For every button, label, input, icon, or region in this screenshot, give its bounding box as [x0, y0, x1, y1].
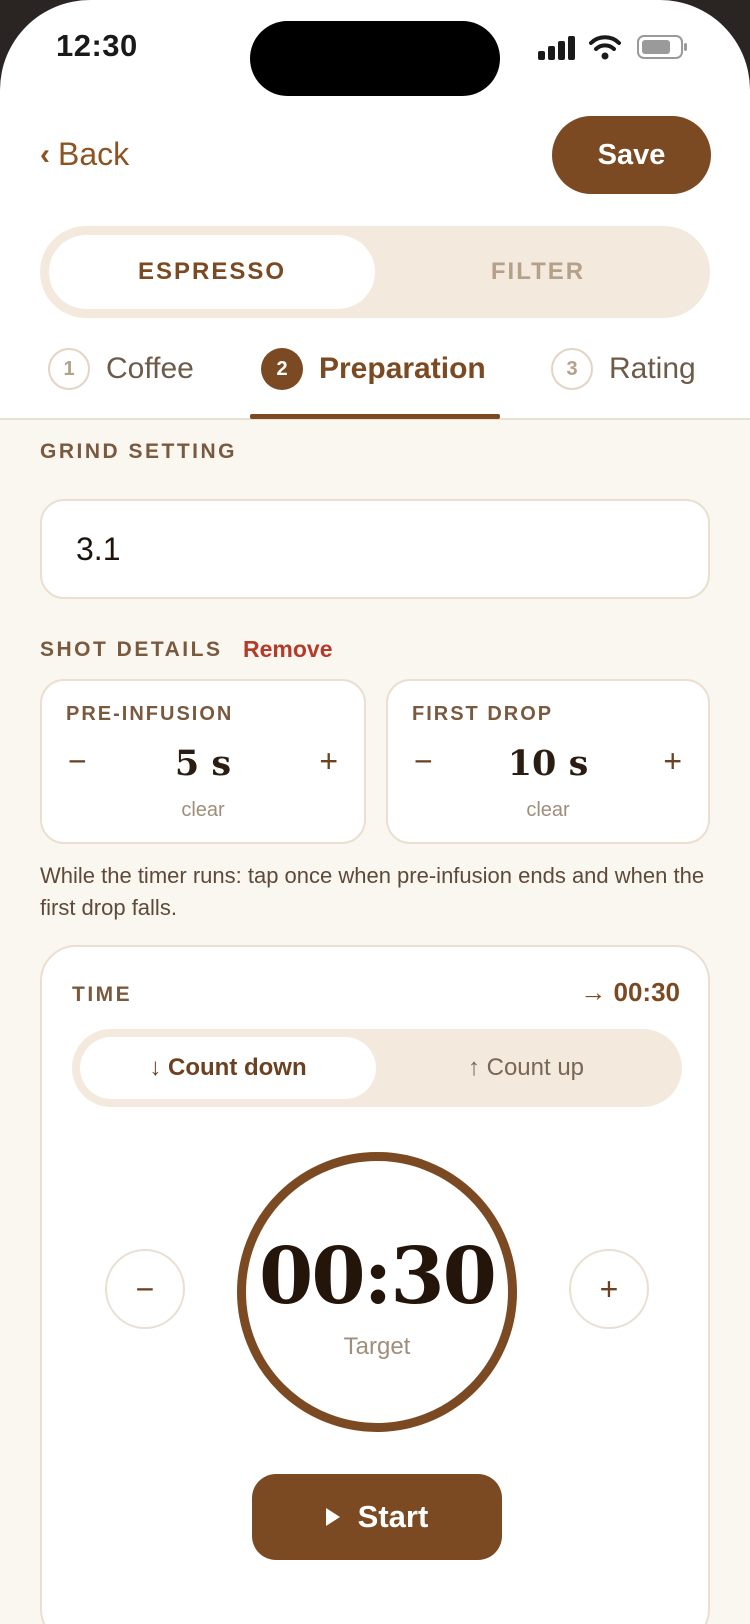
- app-screen: 12:30 ‹ Back Save ESPRESSO FILTER 1 Coff…: [0, 0, 750, 1624]
- grind-setting-label: GRIND SETTING: [40, 440, 238, 463]
- play-icon: [325, 1508, 340, 1526]
- start-label: Start: [357, 1499, 429, 1534]
- tab-rating[interactable]: 3 Rating: [551, 348, 696, 390]
- step-number: 2: [261, 348, 303, 390]
- timer-display: 00:30: [259, 1231, 497, 1322]
- segment-filter[interactable]: FILTER: [375, 235, 701, 309]
- timer-sublabel: Target: [343, 1333, 411, 1360]
- step-label: Preparation: [319, 352, 486, 385]
- chevron-left-icon: ‹: [40, 137, 50, 171]
- pre-infusion-card: PRE-INFUSION − 5 s + clear: [40, 679, 366, 844]
- count-up-option[interactable]: ↑ Count up: [378, 1037, 674, 1099]
- timer-decrement-button[interactable]: −: [105, 1249, 185, 1329]
- shot-details-label: SHOT DETAILS: [40, 638, 223, 661]
- step-number: 3: [551, 348, 593, 390]
- back-button[interactable]: ‹ Back: [40, 136, 129, 173]
- remove-shot-details-button[interactable]: Remove: [243, 636, 332, 663]
- timer-target-readout: → 00:30: [580, 977, 680, 1007]
- signal-icon: [538, 36, 576, 60]
- first-drop-card: FIRST DROP − 10 s + clear: [386, 679, 710, 844]
- battery-icon: [637, 35, 687, 59]
- grind-setting-input[interactable]: 3.1: [40, 499, 710, 599]
- status-time: 12:30: [56, 28, 138, 63]
- pre-infusion-value: 5 s: [174, 743, 232, 784]
- tab-coffee[interactable]: 1 Coffee: [48, 348, 194, 390]
- count-down-option[interactable]: ↓ Count down: [80, 1037, 376, 1099]
- segment-espresso[interactable]: ESPRESSO: [49, 235, 375, 309]
- wifi-icon: [589, 35, 621, 60]
- pre-infusion-increment-button[interactable]: +: [319, 743, 338, 780]
- timer-increment-button[interactable]: +: [569, 1249, 649, 1329]
- timer-card: TIME → 00:30 ↓ Count down ↑ Count up − 0…: [40, 945, 710, 1624]
- step-number: 1: [48, 348, 90, 390]
- timer-mode-segment: ↓ Count down ↑ Count up: [72, 1029, 682, 1107]
- pre-infusion-clear-button[interactable]: clear: [42, 799, 364, 822]
- first-drop-increment-button[interactable]: +: [663, 743, 682, 780]
- back-label: Back: [58, 136, 130, 172]
- brew-method-segment: ESPRESSO FILTER: [40, 226, 710, 318]
- top-bar: ‹ Back Save: [0, 110, 750, 200]
- status-bar: 12:30: [0, 0, 750, 100]
- active-tab-indicator: [250, 414, 500, 419]
- first-drop-clear-button[interactable]: clear: [388, 799, 708, 822]
- save-button[interactable]: Save: [552, 116, 711, 194]
- timer-label: TIME: [72, 983, 133, 1006]
- dynamic-island: [250, 21, 500, 96]
- preparation-form: GRIND SETTING 3.1 SHOT DETAILS Remove PR…: [0, 420, 750, 1624]
- step-tabs: 1 Coffee 2 Preparation 3 Rating: [0, 330, 750, 420]
- start-timer-button[interactable]: Start: [252, 1474, 502, 1560]
- step-label: Coffee: [106, 352, 194, 385]
- first-drop-value: 10 s: [507, 743, 589, 784]
- step-label: Rating: [609, 352, 696, 385]
- timer-hint-text: While the timer runs: tap once when pre-…: [40, 863, 705, 920]
- timer-dial: 00:30 Target: [237, 1152, 517, 1432]
- first-drop-title: FIRST DROP: [412, 703, 554, 725]
- tab-preparation[interactable]: 2 Preparation: [261, 348, 486, 390]
- pre-infusion-title: PRE-INFUSION: [66, 703, 234, 725]
